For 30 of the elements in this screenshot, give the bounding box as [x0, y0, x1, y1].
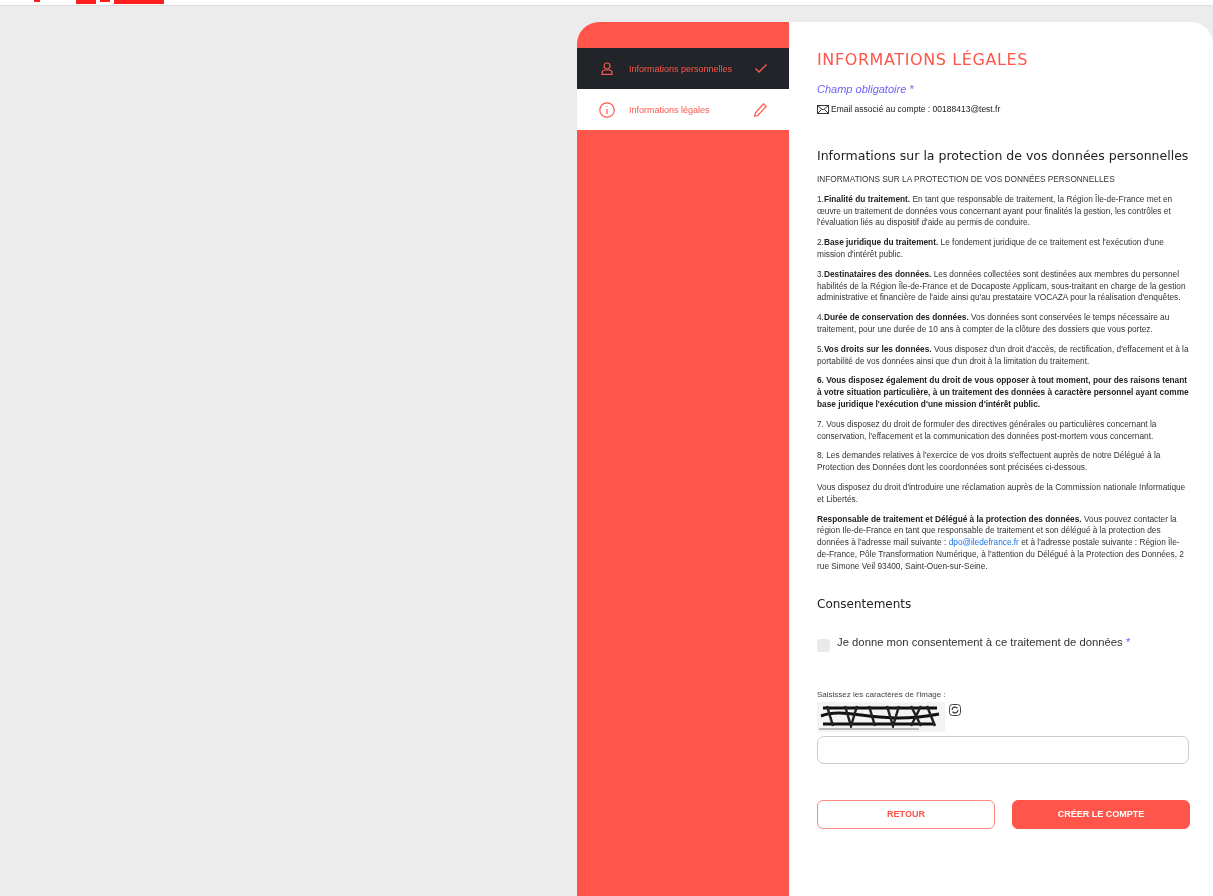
email-link[interactable]: dpo@iledefrance.fr — [948, 537, 1019, 548]
person-icon — [599, 62, 615, 75]
paragraph: INFORMATIONS SUR LA PROTECTION DE VOS DONNÉES PERSONNELLES — [817, 174, 1116, 186]
captcha-input[interactable] — [817, 735, 1189, 764]
captcha-label: Saisissez les caractères de l'image : — [817, 689, 947, 699]
refresh-icon[interactable] — [949, 703, 961, 716]
sidebar-item[interactable]: Informations personnelles — [577, 48, 789, 89]
paragraph: 8. Les demandes relatives à l'exercice de vos droits s'effectuent auprès de notre Délégué à la Protection des Données dont les coordonnées sont précisées ci-dessous. — [817, 450, 1162, 474]
envelope-icon — [817, 104, 829, 114]
paragraph: Responsable de traitement et Délégué à la protection des données. Vous pouvez contacter la région Ile-de-France en tant que responsable de traitement et son délégué à la protection des données à l'adresse mail suivante : dpo@iledefrance.fr et à l'adresse postale suivante : Région Île-de-France, Pôle Transformation Numérique, à l'attention du Délégué à la Protection des Données, 2 rue Simone Veil 93400, Saint-Ouen-sur-Seine. — [817, 513, 1185, 573]
pencil-icon — [754, 102, 767, 117]
create-account-button[interactable]: CRÉER LE COMPTE — [1012, 799, 1190, 829]
section-heading: Consentements — [817, 596, 913, 611]
paragraph: Vous disposez du droit d'introduire une réclamation auprès de la Commission nationale Informatique et Libertés. — [817, 481, 1187, 506]
required-note: Champ obligatoire * — [817, 83, 915, 95]
sidebar-item[interactable]: Informations légales — [577, 89, 789, 130]
back-button[interactable]: RETOUR — [817, 799, 995, 829]
paragraph: 3.Destinataires des données. Les données collectées sont destinées aux membres du personnel habilités de la Région Île-de-France et de Docaposte Applicam, sous-traitant en charge de la gestion administrative et financière de l'aide ainsi qu'au prestataire VOCAZA pour la réalisation d'enquêtes. — [817, 268, 1187, 305]
section-heading: Informations sur la protection de vos données personnelles — [817, 148, 1190, 163]
paragraph: 7. Vous disposez du droit de formuler des directives générales ou particulières concernant la conservation, l'effacement et la communication des données post-mortem vous concernant. — [817, 418, 1158, 443]
info-icon — [599, 101, 615, 118]
email-text: Email associé au compte : 00188413@test.fr — [831, 104, 1001, 114]
checkbox-label: Je donne mon consentement à ce traitement de données * — [837, 636, 1131, 648]
paragraph: 6. Vous disposez également du droit de vous opposer à tout moment, pour des raisons tenant à votre situation particulière, à un traitement des données à caractère personnel ayant comme base juridique l'exécution d'une mission d'intérêt public. — [817, 375, 1190, 411]
page-title: INFORMATIONS LÉGALES — [817, 50, 1029, 69]
paragraph: 4.Durée de conservation des données. Vos données sont conservées le temps nécessaire au traitement, pour une durée de 10 ans à compter de la clôture des dossiers que vous portez. — [817, 312, 1171, 336]
paragraph: 2.Base juridique du traitement. Le fondement juridique de ce traitement est l'exécution d'une mission d'intérêt public. — [817, 237, 1165, 261]
check-icon — [755, 64, 767, 73]
paragraph: 5.Vos droits sur les données. Vous disposez d'un droit d'accès, de rectification, d'effacement et à la portabilité de vos données ainsi que d'un droit à la limitation du traitement. — [817, 343, 1190, 368]
paragraph: 1.Finalité du traitement. En tant que responsable de traitement, la Région Île-de-France met en œuvre un traitement de données vous concernant ayant pour finalités la gestion, les contrôles et l'évaluation liés au dispositif d'aide au permis de conduire. — [817, 193, 1174, 230]
